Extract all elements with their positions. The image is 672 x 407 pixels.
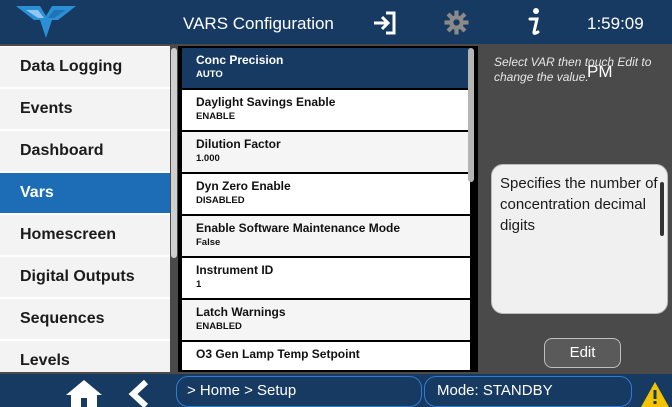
var-value: False (196, 237, 221, 248)
list-item[interactable]: Conc Precision AUTO (182, 48, 470, 88)
clock: 1:59:09 PM (587, 14, 644, 81)
description-box: Specifies the number of concentration de… (491, 164, 668, 314)
var-value: 1.000 (196, 153, 220, 164)
var-name: Dyn Zero Enable (196, 179, 291, 193)
var-value: DISABLED (196, 195, 245, 206)
exit-icon[interactable] (372, 11, 396, 35)
list-item[interactable]: Latch Warnings ENABLED (182, 300, 470, 340)
list-item[interactable]: Dilution Factor 1.000 (182, 132, 470, 172)
var-name: Latch Warnings (196, 305, 286, 319)
gear-icon[interactable] (444, 10, 469, 35)
sidebar-item-events[interactable]: Events (0, 89, 170, 129)
list-item[interactable]: O3 Gen Lamp Temp Setpoint (182, 342, 470, 370)
teledyne-logo (16, 6, 76, 38)
var-name: Instrument ID (196, 263, 274, 277)
breadcrumb[interactable]: > Home > Setup (176, 376, 422, 407)
warning-icon[interactable] (640, 380, 670, 407)
var-name: Enable Software Maintenance Mode (196, 221, 401, 235)
top-bar (0, 0, 672, 44)
sidebar-item-data-logging[interactable]: Data Logging (0, 47, 170, 87)
sidebar-item-dashboard[interactable]: Dashboard (0, 131, 170, 171)
list-item[interactable]: Dyn Zero Enable DISABLED (182, 174, 470, 214)
var-name: Conc Precision (196, 53, 284, 67)
sidebar-item-homescreen[interactable]: Homescreen (0, 215, 170, 255)
var-value: ENABLED (196, 321, 242, 332)
var-name: O3 Gen Lamp Temp Setpoint (196, 347, 360, 361)
sidebar-item-levels[interactable]: Levels (0, 341, 170, 372)
hint-text: Select VAR then touch Edit to change the… (494, 55, 652, 84)
sidebar-item-vars[interactable]: Vars (0, 173, 170, 213)
var-value: 1 (196, 279, 202, 290)
sidebar-scrollbar[interactable] (171, 48, 177, 258)
edit-button[interactable]: Edit (544, 338, 621, 368)
sidebar-item-digital-outputs[interactable]: Digital Outputs (0, 257, 170, 297)
var-name: Daylight Savings Enable (196, 95, 336, 109)
vars-list: Conc Precision AUTO Daylight Savings Ena… (178, 46, 478, 372)
page-title: VARS Configuration (183, 14, 334, 33)
sidebar-item-sequences[interactable]: Sequences (0, 299, 170, 339)
list-item[interactable]: Enable Software Maintenance Mode False (182, 216, 470, 256)
var-value: ENABLE (196, 111, 236, 122)
var-name: Dilution Factor (196, 137, 281, 151)
list-item[interactable]: Daylight Savings Enable ENABLE (182, 90, 470, 130)
mode-status: Mode: STANDBY (424, 376, 632, 407)
home-icon[interactable] (64, 378, 104, 407)
back-icon[interactable] (124, 379, 154, 407)
list-item[interactable]: Instrument ID 1 (182, 258, 470, 298)
list-scrollbar[interactable] (468, 48, 474, 182)
sidebar: Data Logging Events Dashboard Vars Homes… (0, 46, 170, 372)
info-icon[interactable] (527, 6, 543, 38)
var-value: AUTO (196, 69, 223, 80)
description-scrollbar[interactable] (660, 182, 664, 236)
